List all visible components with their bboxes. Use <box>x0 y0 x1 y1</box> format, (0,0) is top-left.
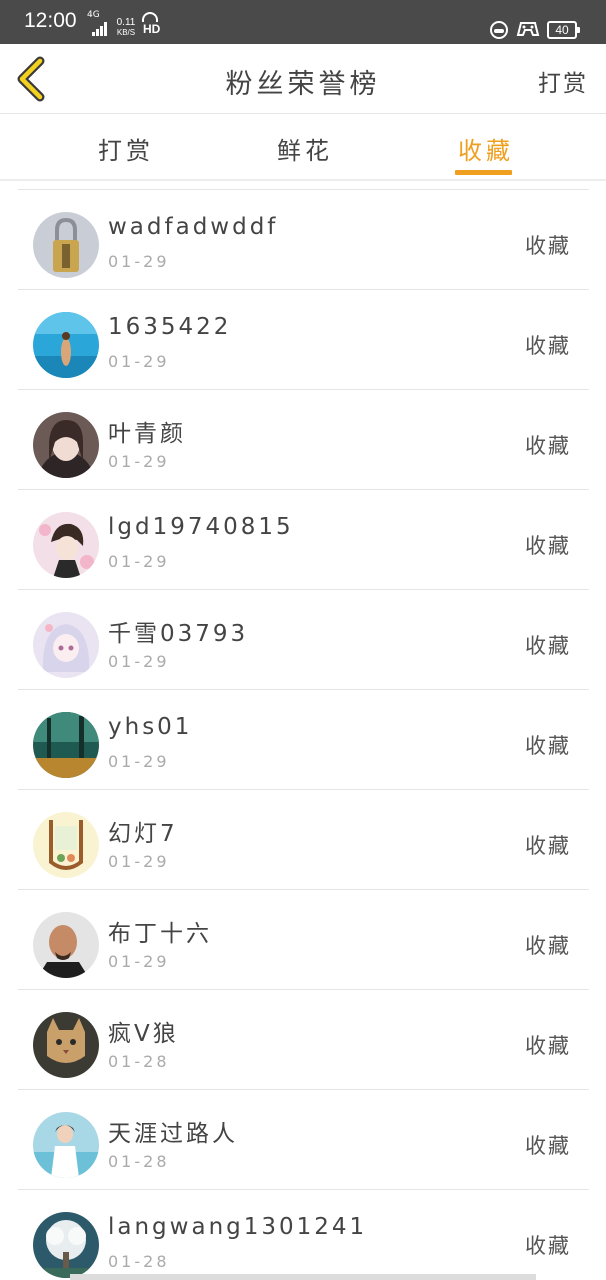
title-bar: 粉丝荣誉榜 打赏 <box>0 44 606 114</box>
list-item[interactable]: lgd19740815 01-29 收藏 <box>18 490 589 590</box>
tab-flowers[interactable]: 鲜花 <box>277 131 333 166</box>
network-speed-unit: KB/S <box>116 28 136 37</box>
fan-name: yhs01 <box>108 714 193 740</box>
list-item[interactable]: 疯V狼 01-28 收藏 <box>18 990 589 1090</box>
page-title: 粉丝荣誉榜 <box>225 69 381 100</box>
fan-action-type: 收藏 <box>525 634 571 658</box>
fan-date: 01-28 <box>108 1152 170 1171</box>
avatar[interactable] <box>33 812 99 878</box>
fan-name: 叶青颜 <box>108 421 186 447</box>
fan-action-type: 收藏 <box>525 434 571 458</box>
fan-date: 01-29 <box>108 952 170 971</box>
battery-icon: 40 <box>547 21 580 39</box>
avatar[interactable] <box>33 912 99 978</box>
girl-portrait-avatar-icon <box>33 412 99 478</box>
list-item[interactable]: 幻灯7 01-29 收藏 <box>18 790 589 890</box>
gamepad-icon <box>516 22 540 36</box>
fan-date: 01-29 <box>108 352 170 371</box>
avatar[interactable] <box>33 1212 99 1278</box>
fan-name: 天涯过路人 <box>108 1121 238 1147</box>
fan-action-type: 收藏 <box>525 1034 571 1058</box>
fan-date: 01-28 <box>108 1252 170 1271</box>
fan-action-type: 收藏 <box>525 734 571 758</box>
status-time: 12:00 <box>24 9 77 32</box>
signal-icon <box>92 22 108 36</box>
list-item[interactable]: 叶青颜 01-29 收藏 <box>18 390 589 490</box>
fan-name: langwang1301241 <box>108 1214 368 1240</box>
avatar[interactable] <box>33 612 99 678</box>
fan-name: 千雪03793 <box>108 621 249 647</box>
fan-name: lgd19740815 <box>108 514 294 540</box>
fan-name: 布丁十六 <box>108 921 212 947</box>
seaside-woman-avatar-icon <box>33 1112 99 1178</box>
white-tree-avatar-icon <box>33 1212 99 1278</box>
list-item[interactable]: yhs01 01-29 收藏 <box>18 690 589 790</box>
fan-date: 01-29 <box>108 852 170 871</box>
status-bar: 12:00 4G 0.11 KB/S HD 40 <box>0 0 606 44</box>
network-type: 4G <box>87 10 100 20</box>
fan-action-type: 收藏 <box>525 934 571 958</box>
forest-avatar-icon <box>33 712 99 778</box>
list-item[interactable]: 1635422 01-29 收藏 <box>18 290 589 390</box>
fan-action-type: 收藏 <box>525 334 571 358</box>
fan-name: wadfadwddf <box>108 214 279 240</box>
padlock-avatar-icon <box>33 212 99 278</box>
fan-date: 01-29 <box>108 552 170 571</box>
hotspot-icon <box>142 12 158 22</box>
fan-name: 1635422 <box>108 314 232 340</box>
active-tab-indicator <box>455 170 512 175</box>
fan-action-type: 收藏 <box>525 834 571 858</box>
anime-girl-avatar-icon <box>33 612 99 678</box>
avatar[interactable] <box>33 1112 99 1178</box>
reward-button[interactable]: 打赏 <box>538 64 588 98</box>
list-item[interactable]: langwang1301241 01-28 收藏 <box>18 1190 589 1280</box>
network-speed: 0.11 KB/S <box>113 18 139 38</box>
list-item[interactable]: 天涯过路人 01-28 收藏 <box>18 1090 589 1190</box>
fan-date: 01-29 <box>108 452 170 471</box>
fan-action-type: 收藏 <box>525 1234 571 1258</box>
avatar[interactable] <box>33 712 99 778</box>
beach-avatar-icon <box>33 312 99 378</box>
fan-date: 01-29 <box>108 652 170 671</box>
fan-date: 01-28 <box>108 1052 170 1071</box>
tab-reward[interactable]: 打赏 <box>98 131 154 166</box>
tab-collect[interactable]: 收藏 <box>458 131 514 166</box>
fan-name: 幻灯7 <box>108 821 178 847</box>
hd-badge: HD <box>143 22 161 36</box>
avatar[interactable] <box>33 1012 99 1078</box>
list-item[interactable]: wadfadwddf 01-29 收藏 <box>18 190 589 290</box>
fan-date: 01-29 <box>108 752 170 771</box>
avatar[interactable] <box>33 412 99 478</box>
avatar[interactable] <box>33 212 99 278</box>
man-portrait-avatar-icon <box>33 912 99 978</box>
anime-boy-avatar-icon <box>33 512 99 578</box>
scroll-edge <box>70 1274 536 1280</box>
fan-name: 疯V狼 <box>108 1021 179 1047</box>
network-speed-value: 0.11 <box>116 17 136 28</box>
fan-action-type: 收藏 <box>525 1134 571 1158</box>
fan-action-type: 收藏 <box>525 234 571 258</box>
fan-action-type: 收藏 <box>525 534 571 558</box>
notification-icon <box>490 21 508 39</box>
illustration-avatar-icon <box>33 812 99 878</box>
tab-bar: 打赏 鲜花 收藏 <box>0 114 606 181</box>
list-item[interactable]: 布丁十六 01-29 收藏 <box>18 890 589 990</box>
list-item[interactable]: 千雪03793 01-29 收藏 <box>18 590 589 690</box>
avatar[interactable] <box>33 512 99 578</box>
cat-avatar-icon <box>33 1012 99 1078</box>
avatar[interactable] <box>33 312 99 378</box>
fan-date: 01-29 <box>108 252 170 271</box>
